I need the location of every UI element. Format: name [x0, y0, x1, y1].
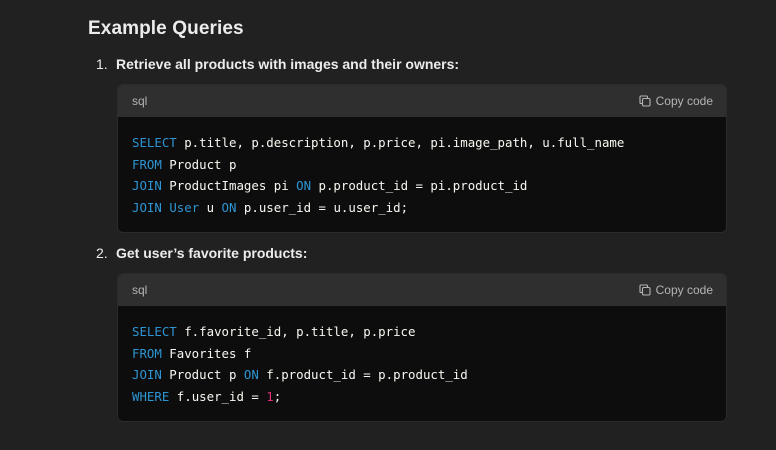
code-line: FROM Product p [132, 154, 712, 176]
copy-code-label: Copy code [655, 283, 713, 297]
sql-keyword: WHERE [132, 389, 170, 405]
code-language-label: sql [132, 94, 148, 108]
copy-code-label: Copy code [655, 94, 713, 108]
code-line: JOIN ProductImages pi ON p.product_id = … [132, 175, 712, 197]
code-line: SELECT f.favorite_id, p.title, p.price [132, 321, 712, 343]
list-item-number: 2. [96, 245, 108, 261]
sql-keyword: ON [243, 367, 259, 383]
sql-keyword: ON [296, 178, 312, 194]
code-token: ProductImages pi [161, 178, 297, 194]
code-block: sql Copy code SELECT p.title, p.descript… [117, 84, 727, 233]
sql-keyword: SELECT [132, 135, 177, 150]
code-token: p.title, p.description, p.price, pi.imag… [176, 135, 625, 150]
code-token: f.product_id = p.product_id [258, 367, 468, 383]
code-line: WHERE f.user_id = 1; [132, 386, 712, 408]
code-line: JOIN Product p ON f.product_id = p.produ… [132, 364, 712, 386]
code-token: Product p [161, 367, 244, 383]
code-block-header: sql Copy code [118, 85, 726, 117]
code-content: SELECT f.favorite_id, p.title, p.price FR… [118, 306, 726, 416]
copy-icon [639, 95, 651, 107]
code-token: u [199, 200, 222, 216]
sql-keyword: FROM [132, 156, 162, 172]
chat-response: Example Queries 1. Retrieve all products … [0, 0, 776, 450]
code-block: sql Copy code SELECT f.favorite_id, p.ti… [117, 273, 727, 422]
copy-code-button[interactable]: Copy code [639, 94, 713, 108]
section-heading: Example Queries [88, 18, 244, 39]
code-line: JOIN User u ON p.user_id = u.user_id; [132, 197, 712, 219]
list-item-title: 2. Get user’s favorite products: [96, 245, 307, 261]
sql-number: 1 [266, 389, 274, 405]
sql-keyword: JOIN [132, 367, 162, 383]
sql-keyword: User [169, 200, 200, 216]
code-token: Favorites f [161, 345, 252, 361]
sql-keyword: JOIN [132, 200, 162, 216]
code-content: SELECT p.title, p.description, p.price, … [118, 117, 726, 227]
code-block-header: sql Copy code [118, 274, 726, 306]
list-item-title: 1. Retrieve all products with images and … [96, 56, 459, 72]
copy-icon [639, 284, 651, 296]
list-item-text: Get user’s favorite products: [116, 245, 308, 261]
code-line: SELECT p.title, p.description, p.price, … [132, 132, 712, 154]
code-line: FROM Favorites f [132, 343, 712, 365]
sql-keyword: SELECT [132, 324, 177, 339]
code-token: Product p [161, 156, 237, 172]
code-token: f.user_id = [169, 389, 267, 405]
code-language-label: sql [132, 283, 148, 297]
sql-keyword: FROM [132, 345, 162, 361]
sql-keyword: ON [221, 200, 237, 216]
code-token: ; [273, 389, 282, 405]
code-token: p.user_id = u.user_id; [236, 200, 409, 216]
list-item-number: 1. [96, 56, 108, 72]
code-token: f.favorite_id, p.title, p.price [176, 324, 416, 339]
code-token: p.product_id = pi.product_id [311, 178, 528, 194]
sql-keyword: JOIN [132, 178, 162, 194]
copy-code-button[interactable]: Copy code [639, 283, 713, 297]
list-item-text: Retrieve all products with images and th… [116, 56, 460, 72]
